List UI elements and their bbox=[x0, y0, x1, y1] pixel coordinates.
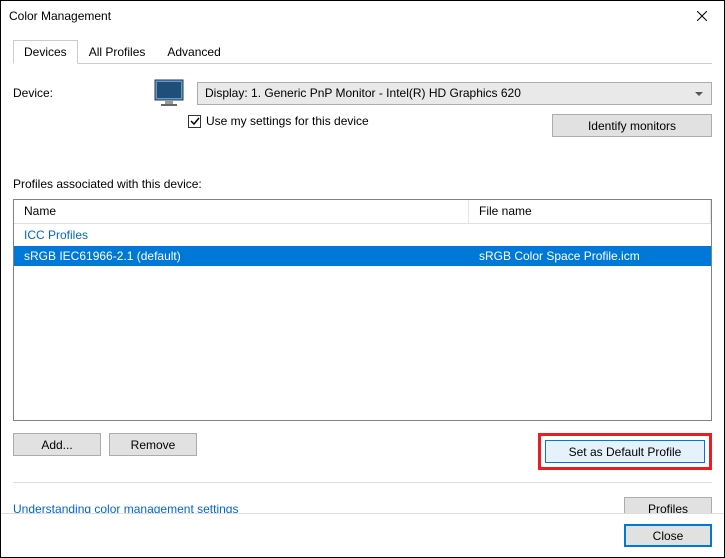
device-dropdown[interactable]: Display: 1. Generic PnP Monitor - Intel(… bbox=[197, 82, 712, 105]
tab-devices[interactable]: Devices bbox=[13, 40, 78, 64]
titlebar: Color Management bbox=[1, 1, 724, 31]
close-window-button[interactable] bbox=[679, 1, 724, 31]
tab-advanced[interactable]: Advanced bbox=[156, 40, 231, 64]
profiles-table: Name File name ICC Profiles sRGB IEC6196… bbox=[13, 199, 712, 421]
table-header: Name File name bbox=[14, 200, 711, 224]
check-icon bbox=[190, 116, 200, 126]
set-default-profile-button[interactable]: Set as Default Profile bbox=[545, 440, 705, 463]
identify-monitors-button[interactable]: Identify monitors bbox=[552, 114, 712, 137]
monitor-icon bbox=[153, 78, 187, 108]
column-filename[interactable]: File name bbox=[469, 200, 711, 223]
use-settings-checkbox-wrap: Use my settings for this device bbox=[188, 114, 522, 128]
highlight-annotation: Set as Default Profile bbox=[538, 433, 712, 470]
cell-profile-name: sRGB IEC61966-2.1 (default) bbox=[14, 247, 469, 265]
device-label: Device: bbox=[13, 86, 143, 100]
tab-strip: Devices All Profiles Advanced bbox=[13, 39, 712, 64]
group-header-icc: ICC Profiles bbox=[14, 224, 711, 246]
table-row[interactable]: sRGB IEC61966-2.1 (default) sRGB Color S… bbox=[14, 246, 711, 266]
device-dropdown-value: Display: 1. Generic PnP Monitor - Intel(… bbox=[205, 86, 521, 100]
use-settings-label: Use my settings for this device bbox=[206, 114, 369, 128]
close-button[interactable]: Close bbox=[624, 524, 712, 547]
profile-buttons-left: Add... Remove bbox=[13, 433, 197, 470]
profiles-label: Profiles associated with this device: bbox=[13, 177, 712, 191]
device-row: Device: Display: 1. Generic PnP Monitor … bbox=[13, 78, 712, 108]
use-settings-checkbox[interactable] bbox=[188, 115, 201, 128]
close-icon bbox=[697, 11, 707, 21]
profile-buttons-row: Add... Remove Set as Default Profile bbox=[13, 433, 712, 470]
window-title: Color Management bbox=[9, 9, 111, 23]
remove-button[interactable]: Remove bbox=[109, 433, 197, 456]
content-area: Devices All Profiles Advanced Device: Di… bbox=[1, 31, 724, 540]
tab-all-profiles[interactable]: All Profiles bbox=[78, 40, 157, 64]
settings-row: Use my settings for this device Identify… bbox=[188, 114, 712, 137]
add-button[interactable]: Add... bbox=[13, 433, 101, 456]
divider bbox=[13, 482, 712, 483]
footer: Close bbox=[1, 513, 724, 557]
column-name[interactable]: Name bbox=[14, 200, 469, 223]
cell-profile-filename: sRGB Color Space Profile.icm bbox=[469, 247, 711, 265]
